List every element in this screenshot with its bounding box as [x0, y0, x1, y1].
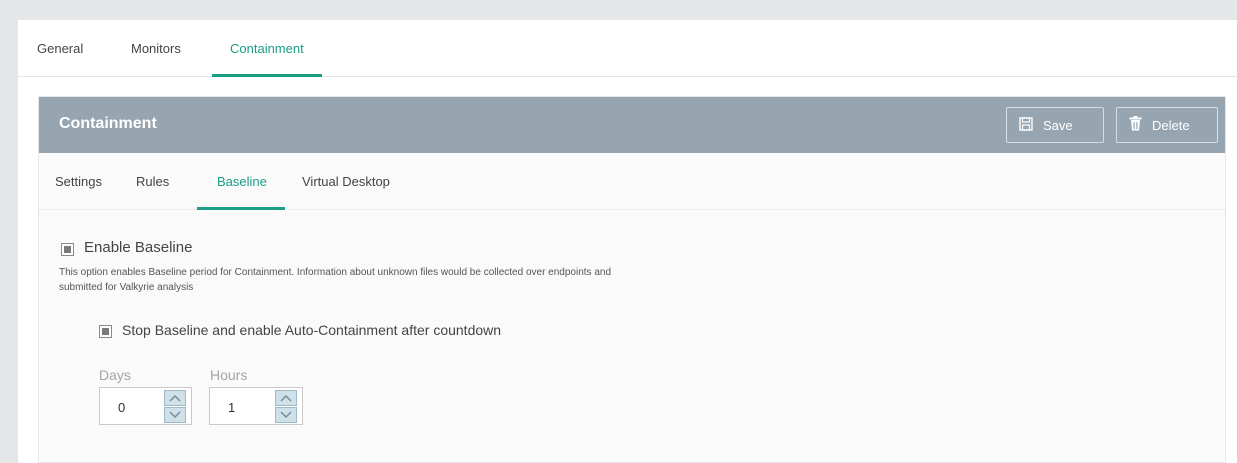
days-stepper-arrows	[164, 390, 186, 424]
card-title: Containment	[59, 115, 157, 132]
save-button[interactable]: Save	[1006, 107, 1104, 143]
tab-containment[interactable]: Containment	[212, 20, 322, 77]
hours-stepper-arrows	[275, 390, 297, 424]
stop-baseline-checkbox[interactable]	[99, 325, 112, 338]
chevron-up-icon	[280, 394, 292, 402]
tab-settings[interactable]: Settings	[55, 153, 102, 210]
days-label: Days	[99, 367, 131, 383]
floppy-disk-icon	[1019, 116, 1033, 134]
chevron-down-icon	[169, 411, 181, 419]
sub-tab-bar: Settings Rules Baseline Virtual Desktop	[39, 153, 1225, 210]
delete-button[interactable]: Delete	[1116, 107, 1218, 143]
containment-card: Containment Save Delete Settings Rules B…	[38, 96, 1226, 463]
enable-baseline-label: Enable Baseline	[84, 239, 193, 256]
days-stepper[interactable]: 0	[99, 387, 192, 425]
chevron-up-icon	[169, 394, 181, 402]
baseline-description: This option enables Baseline period for …	[59, 267, 612, 293]
delete-button-label: Delete	[1152, 117, 1190, 133]
tab-general[interactable]: General	[37, 20, 83, 77]
hours-increment-button[interactable]	[275, 390, 297, 406]
hours-label: Hours	[210, 367, 248, 383]
tab-monitors[interactable]: Monitors	[131, 20, 181, 77]
tab-rules[interactable]: Rules	[136, 153, 169, 210]
top-tab-bar: General Monitors Containment	[18, 20, 1237, 77]
save-button-label: Save	[1043, 117, 1073, 133]
trash-icon	[1129, 116, 1142, 134]
enable-baseline-checkbox[interactable]	[61, 243, 74, 256]
hours-stepper[interactable]: 1	[209, 387, 303, 425]
card-header: Containment Save Delete	[39, 97, 1225, 153]
stop-baseline-label: Stop Baseline and enable Auto-Containmen…	[122, 322, 502, 338]
hours-decrement-button[interactable]	[275, 407, 297, 423]
chevron-down-icon	[280, 411, 292, 419]
days-decrement-button[interactable]	[164, 407, 186, 423]
tab-virtual-desktop[interactable]: Virtual Desktop	[302, 153, 390, 210]
hours-value[interactable]: 1	[228, 400, 235, 415]
days-value[interactable]: 0	[118, 400, 125, 415]
days-increment-button[interactable]	[164, 390, 186, 406]
policy-page: General Monitors Containment Containment…	[18, 20, 1237, 463]
tab-baseline[interactable]: Baseline	[197, 153, 285, 210]
